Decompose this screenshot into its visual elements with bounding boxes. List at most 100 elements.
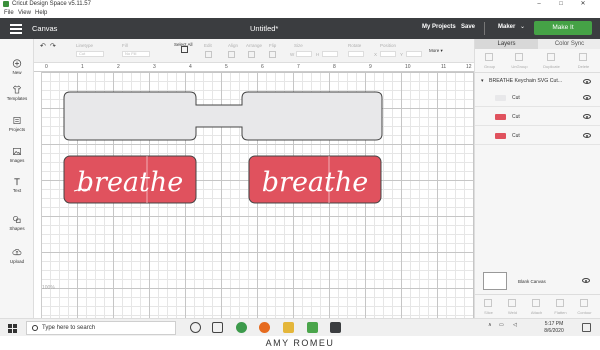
maximize-button[interactable]: □ — [550, 0, 572, 8]
blank-canvas-swatch[interactable] — [483, 272, 507, 290]
eye-icon[interactable] — [583, 114, 591, 119]
more-button[interactable]: More ▾ — [429, 48, 443, 54]
make-it-button[interactable]: Make It — [534, 21, 592, 35]
rotate-input[interactable] — [348, 51, 364, 57]
menu-help[interactable]: Help — [35, 10, 47, 17]
notifications-icon[interactable] — [582, 323, 591, 332]
layer-name: Cut — [512, 133, 520, 139]
edit-icon[interactable] — [205, 51, 212, 58]
layer-row[interactable]: Cut — [475, 127, 600, 145]
window-title: Cricut Design Space v5.11.57 — [12, 1, 91, 7]
layer-group-row[interactable]: ▾ BREATHE Keychain SVG Cut... — [475, 77, 600, 87]
search-icon — [32, 325, 38, 331]
cortana-icon[interactable] — [190, 322, 201, 333]
machine-selector[interactable]: Maker — [498, 24, 515, 30]
height-label: H — [316, 52, 320, 57]
file-explorer-icon[interactable] — [283, 322, 294, 333]
watermark-text: AMY ROMEU — [0, 336, 600, 350]
design-artwork[interactable]: breathe breathe — [34, 63, 474, 318]
x-input[interactable] — [380, 51, 396, 57]
y-input[interactable] — [406, 51, 422, 57]
nav-templates[interactable]: Templates — [0, 85, 34, 101]
eye-icon[interactable] — [583, 133, 591, 138]
nav-new[interactable]: New — [0, 59, 34, 75]
undo-icon[interactable]: ↶ — [40, 42, 46, 50]
align-icon[interactable] — [228, 51, 235, 58]
edit-label: Edit — [204, 43, 212, 48]
clock-time: 5:17 PM — [544, 321, 564, 327]
minimize-button[interactable]: – — [528, 0, 550, 8]
flip-label: Flip — [269, 43, 277, 48]
layer-row[interactable]: Cut — [475, 89, 600, 107]
align-label: Align — [228, 43, 239, 48]
hamburger-menu-icon[interactable] — [10, 24, 22, 34]
cricut-app-icon — [3, 1, 9, 7]
network-icon[interactable]: ▭ — [499, 322, 504, 328]
duplicate-label: Duplicate — [543, 64, 560, 69]
delete-icon[interactable] — [579, 53, 587, 61]
slice-label: Slice — [484, 310, 493, 315]
windows-taskbar: Type here to search ∧ ▭ ◁ 5:17 PM 8/6/20… — [0, 318, 600, 336]
nav-shapes-label: Shapes — [9, 226, 25, 231]
hide-canvas-icon[interactable] — [582, 278, 590, 283]
arrange-icon[interactable] — [248, 51, 255, 58]
layer-name: Cut — [512, 114, 520, 120]
nav-shapes[interactable]: Shapes — [0, 215, 34, 231]
layer-row[interactable]: Cut — [475, 108, 600, 126]
fill-select[interactable]: No Fill — [122, 51, 150, 57]
eye-icon[interactable] — [583, 95, 591, 100]
save-button[interactable]: Save — [461, 24, 475, 30]
linetype-select[interactable]: Cut — [76, 51, 104, 57]
delete-label: Delete — [577, 64, 590, 69]
contour-icon[interactable] — [580, 299, 588, 307]
firefox-icon[interactable] — [259, 322, 270, 333]
nav-upload[interactable]: Upload — [0, 248, 34, 264]
tray-chevron-icon[interactable]: ∧ — [488, 322, 492, 328]
close-window-button[interactable]: ✕ — [572, 0, 594, 8]
redo-icon[interactable]: ↷ — [50, 42, 56, 50]
eye-icon[interactable] — [583, 79, 591, 84]
nav-images[interactable]: Images — [0, 147, 34, 163]
select-all-icon[interactable] — [181, 46, 188, 53]
linetype-label: Linetype — [76, 43, 94, 48]
tab-layers[interactable]: Layers — [475, 39, 538, 49]
flatten-icon[interactable] — [556, 299, 564, 307]
text-icon — [14, 178, 20, 186]
taskbar-search-input[interactable]: Type here to search — [26, 321, 176, 335]
taskbar-clock[interactable]: 5:17 PM 8/6/2020 — [535, 321, 573, 335]
flip-icon[interactable] — [269, 51, 276, 58]
window-titlebar: Cricut Design Space v5.11.57 – □ ✕ — [0, 0, 600, 9]
nav-images-label: Images — [9, 158, 25, 163]
attach-icon[interactable] — [532, 299, 540, 307]
menu-file[interactable]: File — [4, 10, 14, 17]
design-canvas[interactable]: 0 1 2 3 4 5 6 7 8 9 10 11 12 breathe bre… — [34, 63, 474, 318]
duplicate-icon[interactable] — [547, 53, 555, 61]
width-input[interactable] — [296, 51, 312, 57]
window-controls: – □ ✕ — [528, 0, 594, 8]
width-label: W — [290, 52, 295, 57]
group-label: Group — [483, 64, 496, 69]
app-taskbar-icon[interactable] — [330, 322, 341, 333]
height-input[interactable] — [322, 51, 338, 57]
task-view-icon[interactable] — [212, 322, 223, 333]
flatten-label: Flatten — [554, 310, 567, 315]
ungroup-icon[interactable] — [515, 53, 523, 61]
menu-view[interactable]: View — [18, 10, 31, 17]
group-icon[interactable] — [485, 53, 493, 61]
cricut-taskbar-icon[interactable] — [307, 322, 318, 333]
left-nav: New Templates Projects Images Text Shape… — [0, 39, 34, 318]
layer-name: Cut — [512, 95, 520, 101]
app-header: Canvas Untitled* My Projects Save Maker … — [0, 18, 600, 39]
volume-icon[interactable]: ◁ — [513, 322, 517, 328]
nav-text[interactable]: Text — [0, 177, 34, 193]
windows-start-icon[interactable] — [8, 324, 17, 333]
edit-toolbar: ↶ ↷ Linetype Cut Fill No Fill Select All… — [34, 39, 474, 63]
chrome-icon[interactable] — [236, 322, 247, 333]
slice-icon[interactable] — [484, 299, 492, 307]
nav-projects[interactable]: Projects — [0, 116, 34, 132]
weld-icon[interactable] — [508, 299, 516, 307]
collapse-chevron-icon[interactable]: ▾ — [481, 78, 484, 84]
tab-color-sync[interactable]: Color Sync — [538, 39, 600, 49]
zoom-level[interactable]: 100% — [42, 285, 55, 291]
my-projects-link[interactable]: My Projects — [422, 24, 456, 30]
